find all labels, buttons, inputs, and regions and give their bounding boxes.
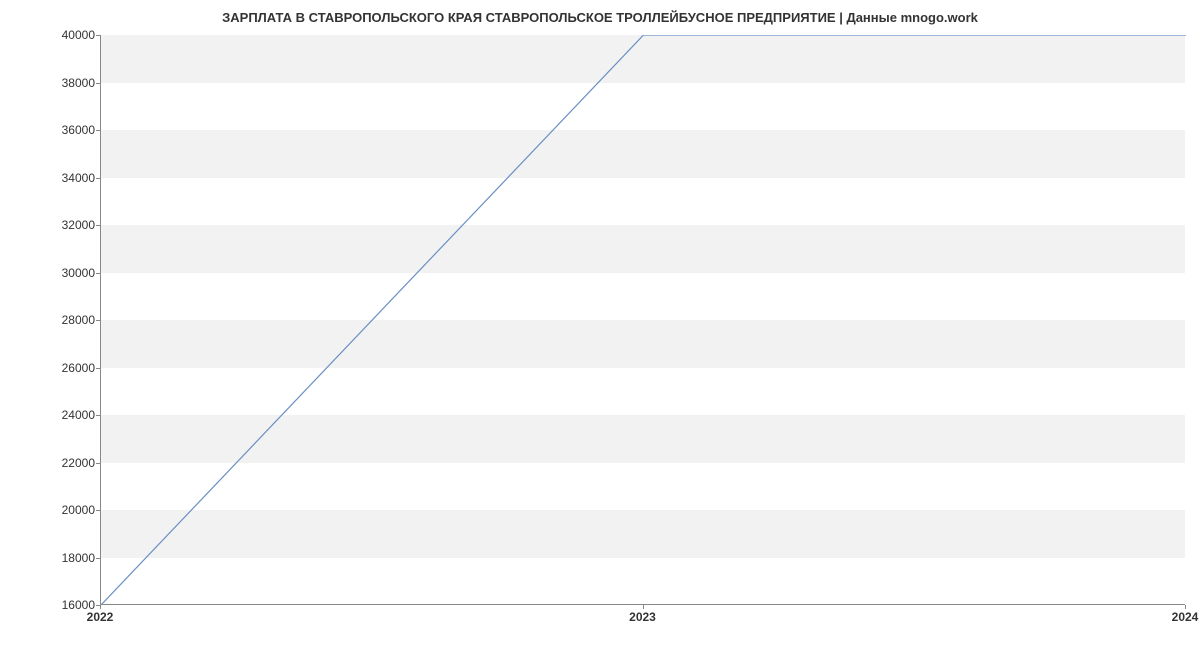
y-tick-mark	[96, 35, 100, 36]
x-tick-mark	[643, 605, 644, 609]
grid-band	[101, 225, 1185, 273]
y-tick-label: 34000	[35, 171, 95, 185]
grid-band	[101, 320, 1185, 368]
y-tick-label: 40000	[35, 28, 95, 42]
grid-band	[101, 35, 1185, 83]
grid-band	[101, 130, 1185, 178]
y-tick-label: 18000	[35, 551, 95, 565]
y-tick-label: 20000	[35, 503, 95, 517]
y-tick-mark	[96, 273, 100, 274]
x-tick-label: 2024	[1172, 610, 1199, 624]
grid-band	[101, 510, 1185, 558]
grid-band	[101, 415, 1185, 463]
x-tick-label: 2023	[629, 610, 656, 624]
chart-container: ЗАРПЛАТА В СТАВРОПОЛЬСКОГО КРАЯ СТАВРОПО…	[0, 0, 1200, 650]
x-tick-mark	[100, 605, 101, 609]
y-tick-mark	[96, 83, 100, 84]
y-tick-mark	[96, 368, 100, 369]
x-tick-label: 2022	[87, 610, 114, 624]
y-tick-mark	[96, 510, 100, 511]
y-tick-label: 22000	[35, 456, 95, 470]
y-tick-label: 38000	[35, 76, 95, 90]
y-tick-label: 28000	[35, 313, 95, 327]
x-tick-mark	[1185, 605, 1186, 609]
y-tick-mark	[96, 178, 100, 179]
y-tick-mark	[96, 558, 100, 559]
y-tick-mark	[96, 130, 100, 131]
y-tick-label: 32000	[35, 218, 95, 232]
y-tick-label: 26000	[35, 361, 95, 375]
y-tick-mark	[96, 463, 100, 464]
y-tick-mark	[96, 225, 100, 226]
chart-title: ЗАРПЛАТА В СТАВРОПОЛЬСКОГО КРАЯ СТАВРОПО…	[0, 10, 1200, 25]
y-tick-label: 24000	[35, 408, 95, 422]
plot-area	[100, 35, 1185, 605]
y-tick-label: 36000	[35, 123, 95, 137]
y-tick-mark	[96, 415, 100, 416]
y-tick-label: 30000	[35, 266, 95, 280]
y-tick-mark	[96, 320, 100, 321]
